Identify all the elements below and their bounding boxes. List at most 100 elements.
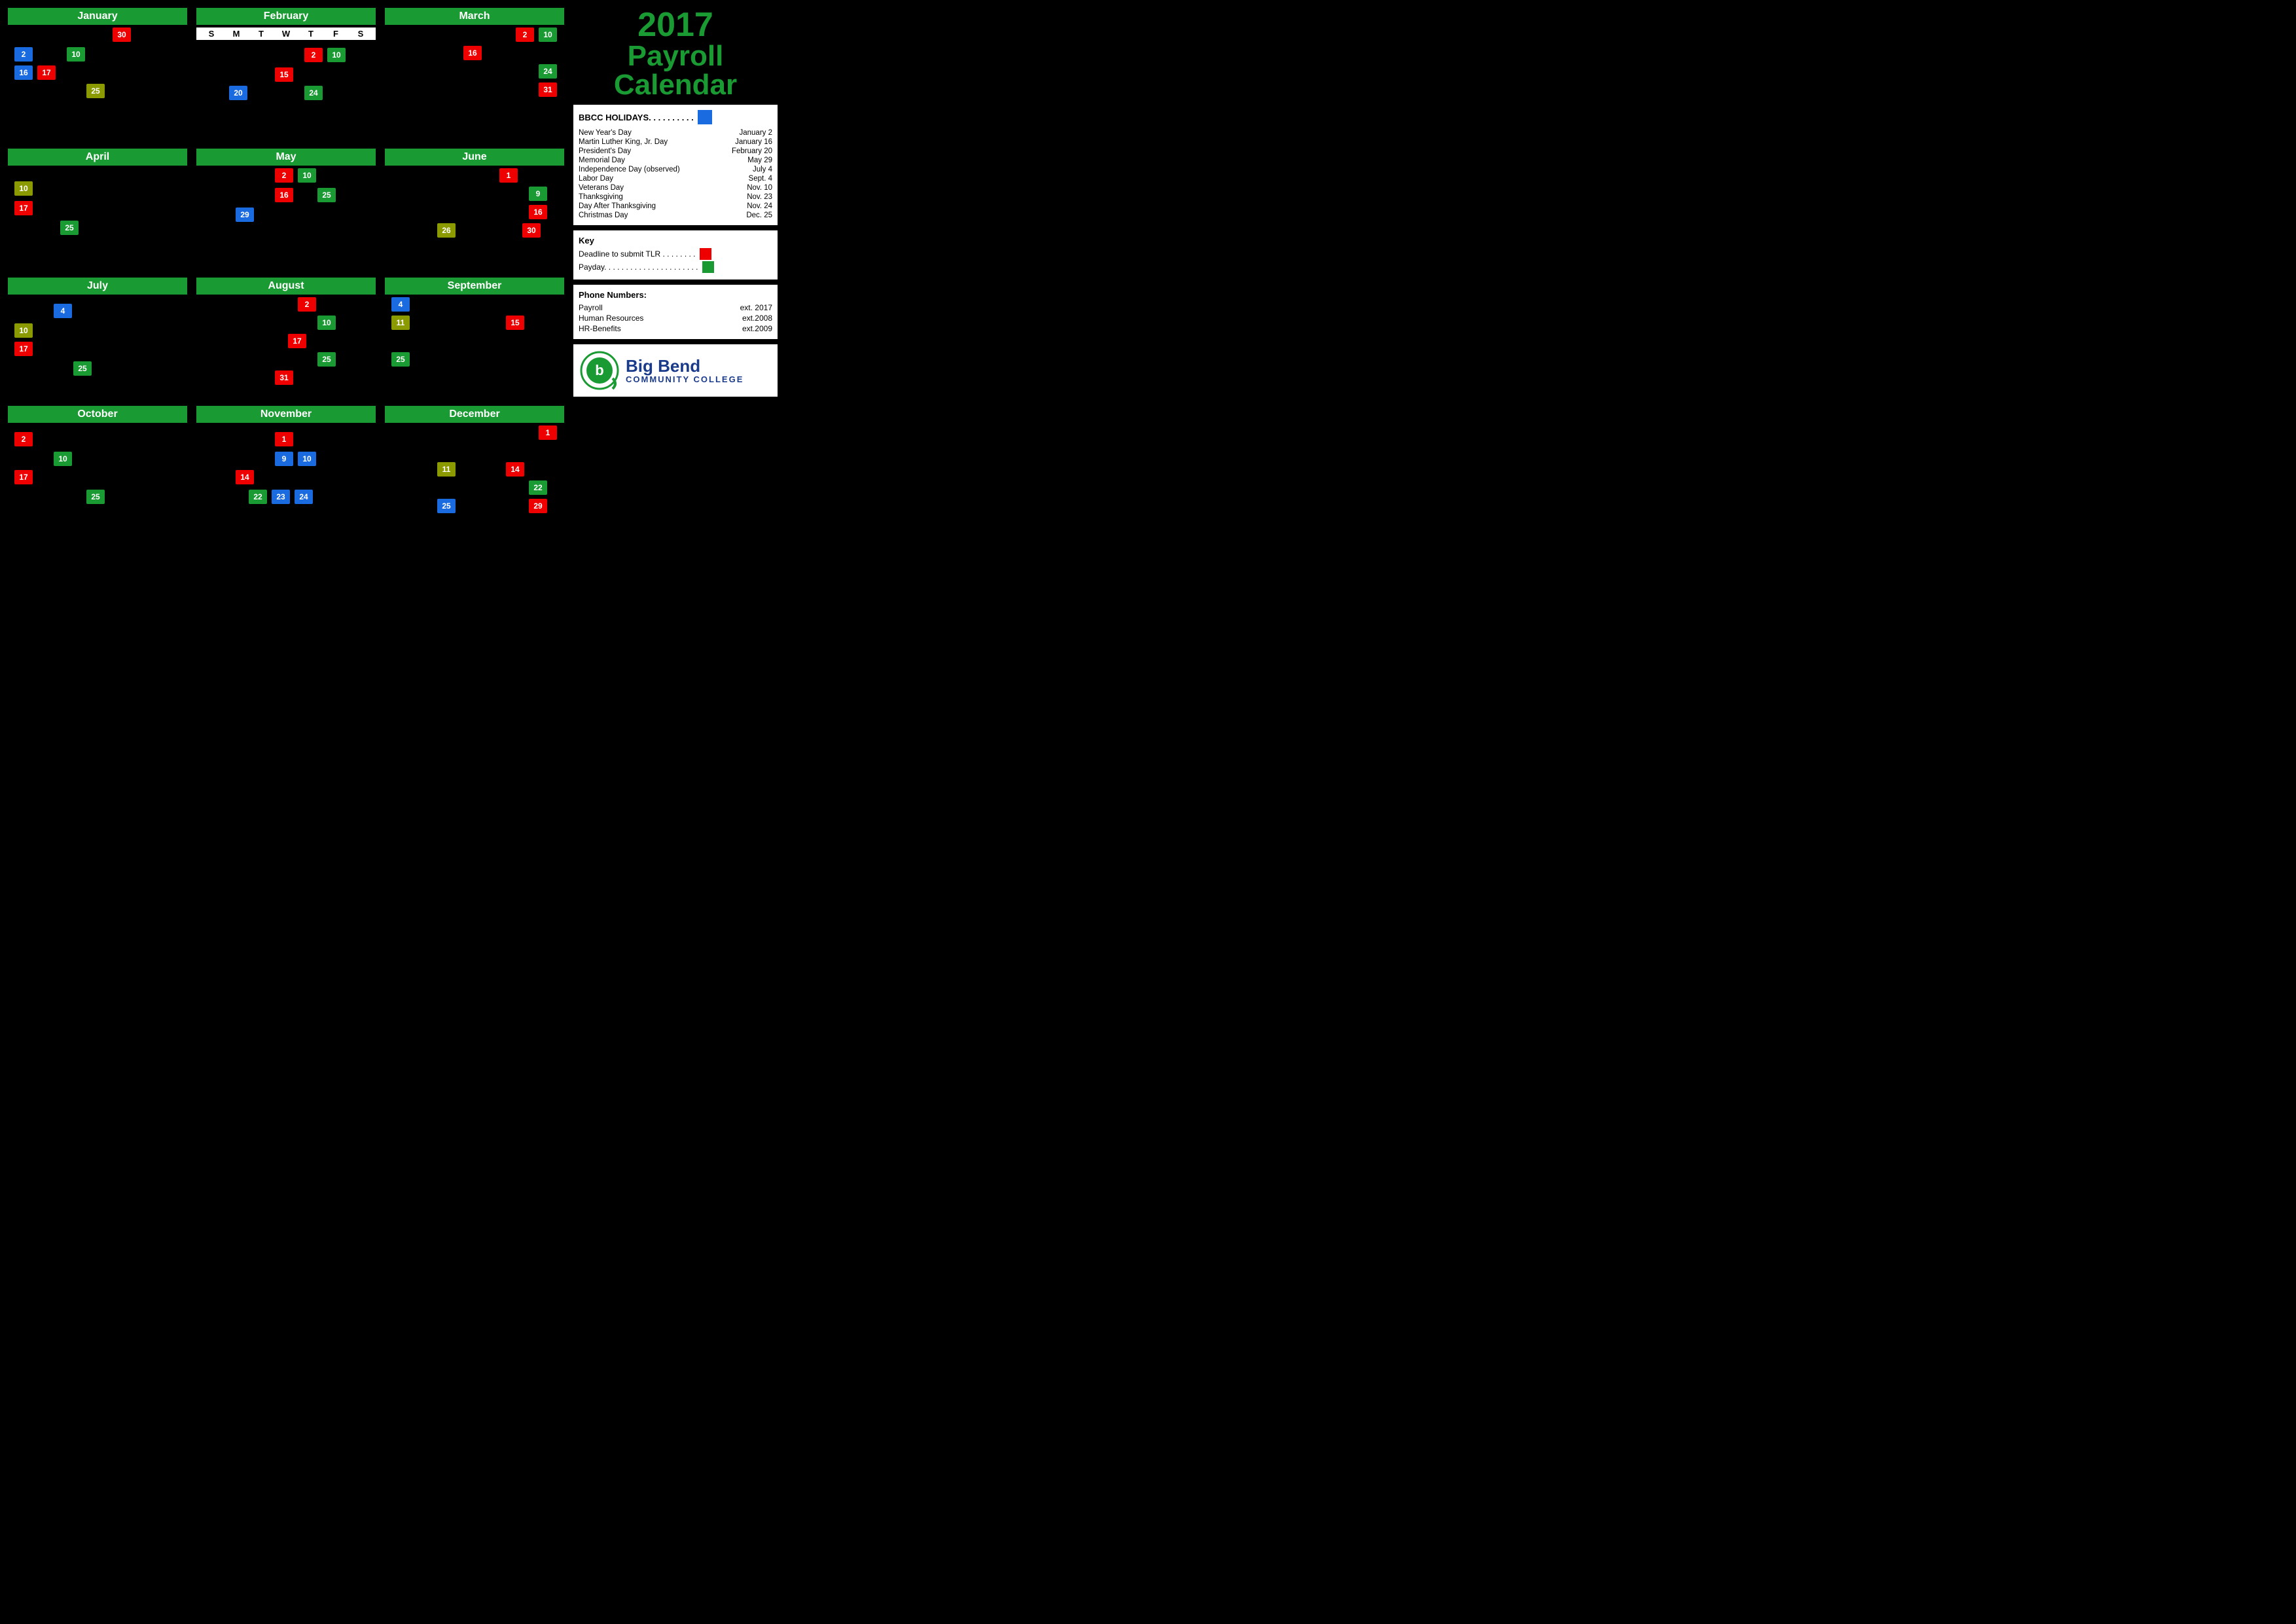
holiday-row: Independence Day (observed)July 4 bbox=[579, 165, 772, 174]
holiday-name: Memorial Day bbox=[579, 156, 625, 164]
tlr-label: Deadline to submit TLR . . . . . . . . bbox=[579, 249, 696, 259]
logo-text: Big Bend COMMUNITY COLLEGE bbox=[626, 357, 744, 384]
april-block: April 101725 bbox=[5, 146, 190, 270]
feb-day-label: S bbox=[351, 29, 370, 39]
feb-day-label: F bbox=[327, 29, 345, 39]
holiday-name: Independence Day (observed) bbox=[579, 166, 680, 173]
day-25-badge: 25 bbox=[391, 352, 410, 367]
august-days: 210172531 bbox=[196, 297, 376, 382]
day-15-badge: 15 bbox=[506, 316, 524, 330]
day-4-badge: 4 bbox=[54, 304, 72, 318]
day-22-badge: 22 bbox=[249, 490, 267, 504]
holiday-row: ThanksgivingNov. 23 bbox=[579, 192, 772, 202]
september-title: September bbox=[385, 278, 564, 295]
day-29-badge: 29 bbox=[236, 208, 254, 222]
february-days: 210152024 bbox=[196, 41, 376, 126]
october-block: October 2101725 bbox=[5, 403, 190, 514]
day-2-badge: 2 bbox=[14, 47, 33, 62]
day-24-badge: 24 bbox=[539, 64, 557, 79]
october-title: October bbox=[8, 406, 187, 423]
year-label: 2017 bbox=[573, 8, 778, 42]
calendar-word: Calendar bbox=[573, 71, 778, 99]
holiday-name: Day After Thanksgiving bbox=[579, 202, 656, 210]
holiday-row: New Year's DayJanuary 2 bbox=[579, 128, 772, 137]
tlr-key-row: Deadline to submit TLR . . . . . . . . bbox=[579, 248, 772, 260]
phone-value: ext.2009 bbox=[742, 324, 772, 333]
cc-label: COMMUNITY COLLEGE bbox=[626, 374, 744, 384]
july-days: 4101725 bbox=[8, 297, 187, 382]
day-11-badge: 11 bbox=[437, 462, 456, 477]
day-2-badge: 2 bbox=[275, 168, 293, 183]
day-15-badge: 15 bbox=[275, 67, 293, 82]
day-16-badge: 16 bbox=[14, 65, 33, 80]
january-block: January 30210161725 bbox=[5, 5, 190, 142]
day-10-badge: 10 bbox=[67, 47, 85, 62]
day-9-badge: 9 bbox=[529, 187, 547, 201]
day-11-badge: 11 bbox=[391, 316, 410, 330]
holiday-name: Labor Day bbox=[579, 175, 613, 183]
september-days: 4111525 bbox=[385, 297, 564, 382]
holiday-name: President's Day bbox=[579, 147, 631, 155]
day-25-badge: 25 bbox=[86, 490, 105, 504]
december-block: December 11114222529 bbox=[382, 403, 567, 514]
phone-row: HR-Benefitsext.2009 bbox=[579, 323, 772, 334]
day-26-badge: 26 bbox=[437, 223, 456, 238]
phone-row: Human Resourcesext.2008 bbox=[579, 313, 772, 323]
day-17-badge: 17 bbox=[14, 470, 33, 484]
phone-list: Payrollext. 2017Human Resourcesext.2008H… bbox=[579, 302, 772, 334]
february-title: February bbox=[196, 8, 376, 25]
day-10-badge: 10 bbox=[539, 27, 557, 42]
holiday-color-swatch bbox=[698, 110, 712, 124]
feb-day-label: M bbox=[227, 29, 245, 39]
day-17-badge: 17 bbox=[14, 342, 33, 356]
day-25-badge: 25 bbox=[317, 352, 336, 367]
day-25-badge: 25 bbox=[60, 221, 79, 235]
phone-box: Phone Numbers: Payrollext. 2017Human Res… bbox=[573, 285, 778, 339]
feb-day-label: T bbox=[252, 29, 270, 39]
june-title: June bbox=[385, 149, 564, 166]
day-20-badge: 20 bbox=[229, 86, 247, 100]
right-panel: 2017 Payroll Calendar BBCC HOLIDAYS. . .… bbox=[571, 5, 780, 399]
august-block: August 210172531 bbox=[194, 275, 378, 399]
day-2-badge: 2 bbox=[516, 27, 534, 42]
holiday-row: Memorial DayMay 29 bbox=[579, 156, 772, 165]
day-10-badge: 10 bbox=[14, 181, 33, 196]
holiday-date: Sept. 4 bbox=[749, 175, 772, 183]
day-10-badge: 10 bbox=[298, 168, 316, 183]
holiday-name: Martin Luther King, Jr. Day bbox=[579, 138, 668, 146]
day-10-badge: 10 bbox=[54, 452, 72, 466]
logo-box: b Big Bend COMMUNITY COLLEGE bbox=[573, 344, 778, 397]
day-16-badge: 16 bbox=[275, 188, 293, 202]
july-block: July 4101725 bbox=[5, 275, 190, 399]
day-30-badge: 30 bbox=[522, 223, 541, 238]
tlr-color-swatch bbox=[700, 248, 711, 260]
march-days: 210162431 bbox=[385, 27, 564, 113]
bbcc-header: BBCC HOLIDAYS. . . . . . . . . . bbox=[579, 110, 772, 124]
holiday-date: Dec. 25 bbox=[746, 211, 772, 219]
feb-day-label: T bbox=[302, 29, 320, 39]
holiday-row: President's Day February 20 bbox=[579, 147, 772, 156]
day-25-badge: 25 bbox=[86, 84, 105, 98]
holiday-date: January 16 bbox=[735, 138, 772, 146]
feb-day-label: W bbox=[277, 29, 295, 39]
phone-value: ext. 2017 bbox=[740, 303, 772, 312]
november-title: November bbox=[196, 406, 376, 423]
pay-label: Payday. . . . . . . . . . . . . . . . . … bbox=[579, 262, 698, 272]
march-title: March bbox=[385, 8, 564, 25]
holidays-title: BBCC HOLIDAYS. . . . . . . . . . bbox=[579, 113, 694, 122]
day-2-badge: 2 bbox=[298, 297, 316, 312]
bbcc-logo-icon: b bbox=[580, 351, 619, 390]
day-17-badge: 17 bbox=[14, 201, 33, 215]
holiday-name: Veterans Day bbox=[579, 184, 624, 192]
phone-value: ext.2008 bbox=[742, 314, 772, 323]
holiday-row: Martin Luther King, Jr. Day January 16 bbox=[579, 137, 772, 147]
pay-color-swatch bbox=[702, 261, 714, 273]
holiday-row: Labor Day Sept. 4 bbox=[579, 174, 772, 183]
july-title: July bbox=[8, 278, 187, 295]
holidays-box: BBCC HOLIDAYS. . . . . . . . . . New Yea… bbox=[573, 105, 778, 225]
feb-weekday-header: SMTWTFS bbox=[196, 27, 376, 40]
holiday-date: February 20 bbox=[732, 147, 772, 155]
day-1-badge: 1 bbox=[275, 432, 293, 446]
day-14-badge: 14 bbox=[236, 470, 254, 484]
december-days: 11114222529 bbox=[385, 425, 564, 511]
